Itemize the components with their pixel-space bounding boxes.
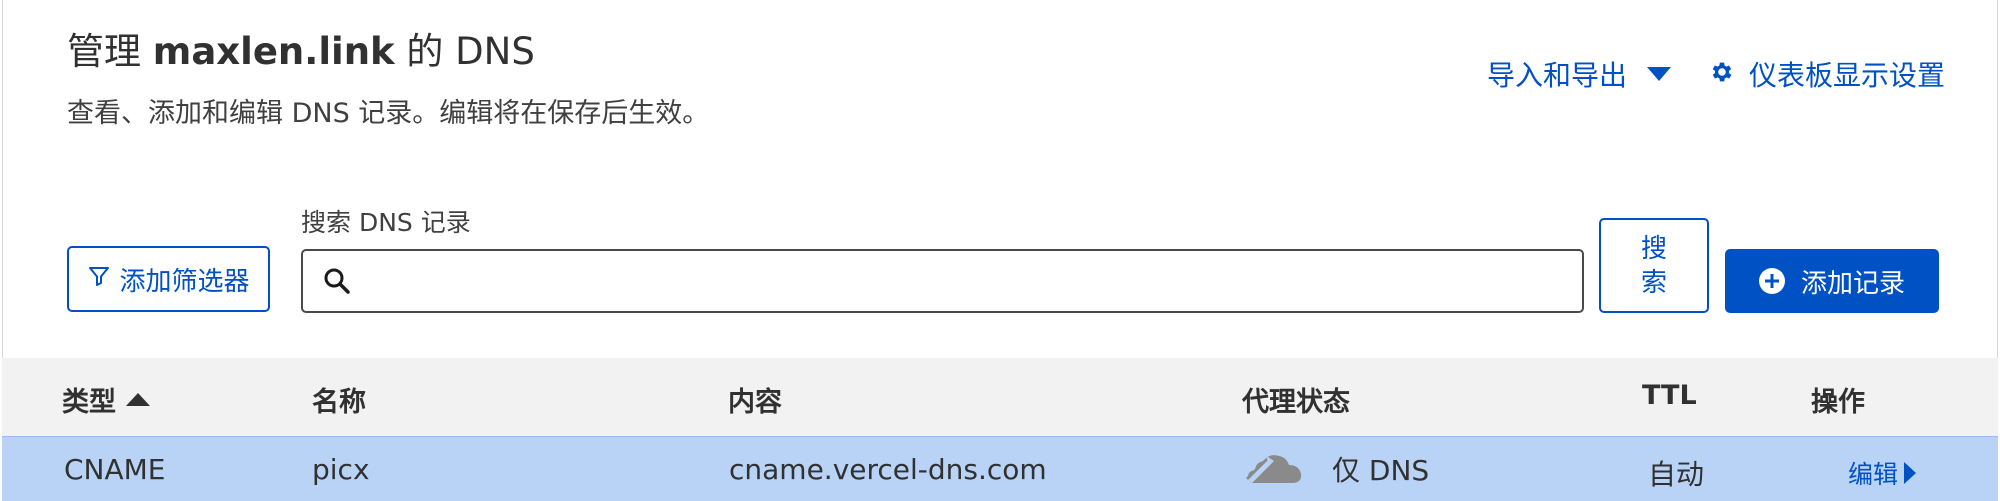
table-row[interactable]: CNAME picx cname.vercel-dns.com 仅 DNS 自动… (2, 436, 1998, 501)
search-icon (321, 265, 353, 297)
column-name-label: 名称 (312, 387, 366, 418)
plus-circle-icon (1758, 268, 1785, 294)
chevron-right-icon (1904, 462, 1917, 484)
edit-label: 编辑 (1848, 460, 1899, 489)
page-title: 管理 maxlen.link 的 DNS (67, 30, 535, 74)
record-ttl: 自动 (1648, 458, 1705, 491)
column-header-actions: 操作 (1811, 380, 1865, 419)
column-proxy-label: 代理状态 (1242, 387, 1350, 418)
page-subtitle: 查看、添加和编辑 DNS 记录。编辑将在保存后生效。 (67, 98, 710, 129)
dashboard-settings-label: 仪表板显示设置 (1748, 59, 1945, 92)
search-button[interactable]: 搜 索 (1599, 218, 1709, 313)
top-links: 导入和导出 仪表板显示设置 (1487, 54, 1945, 94)
import-export-label: 导入和导出 (1486, 59, 1627, 92)
search-button-line2: 索 (1640, 267, 1667, 298)
filter-icon (87, 264, 111, 295)
table-header: 类型 名称 内容 代理状态 TTL 操作 (2, 358, 1998, 436)
chevron-down-icon (1646, 67, 1671, 81)
column-header-content: 内容 (728, 380, 782, 419)
column-actions-label: 操作 (1811, 387, 1865, 418)
column-header-proxy: 代理状态 (1242, 380, 1350, 419)
column-header-ttl: TTL (1642, 380, 1697, 411)
column-type-label: 类型 (62, 387, 116, 418)
title-prefix: 管理 (67, 30, 141, 73)
column-ttl-label: TTL (1642, 380, 1697, 411)
record-type: CNAME (64, 453, 166, 486)
title-suffix: 的 DNS (406, 30, 535, 73)
search-field (301, 249, 1584, 313)
record-name: picx (312, 453, 370, 486)
add-filter-button[interactable]: 添加筛选器 (67, 246, 270, 312)
add-filter-label: 添加筛选器 (119, 266, 250, 297)
edit-record-link[interactable]: 编辑 (1848, 455, 1917, 491)
search-label: 搜索 DNS 记录 (301, 208, 471, 237)
edit-link-wrap: 编辑 (1848, 455, 1917, 491)
add-record-button[interactable]: 添加记录 (1725, 249, 1939, 313)
dns-only-cloud-icon (1244, 449, 1306, 489)
search-button-line1: 搜 (1640, 233, 1667, 264)
import-export-dropdown[interactable]: 导入和导出 (1487, 54, 1671, 94)
gear-icon (1709, 59, 1735, 90)
column-header-name: 名称 (312, 380, 366, 419)
domain-name: maxlen.link (152, 30, 395, 73)
dashboard-settings-link[interactable]: 仪表板显示设置 (1709, 54, 1945, 94)
record-proxy-status: 仅 DNS (1244, 449, 1429, 489)
add-record-label: 添加记录 (1800, 268, 1905, 299)
search-input[interactable] (303, 251, 1582, 311)
column-content-label: 内容 (728, 387, 782, 418)
record-content: cname.vercel-dns.com (729, 453, 1047, 486)
proxy-status-label: 仅 DNS (1332, 454, 1430, 487)
sort-up-icon (126, 393, 150, 406)
column-header-type[interactable]: 类型 (62, 380, 150, 419)
